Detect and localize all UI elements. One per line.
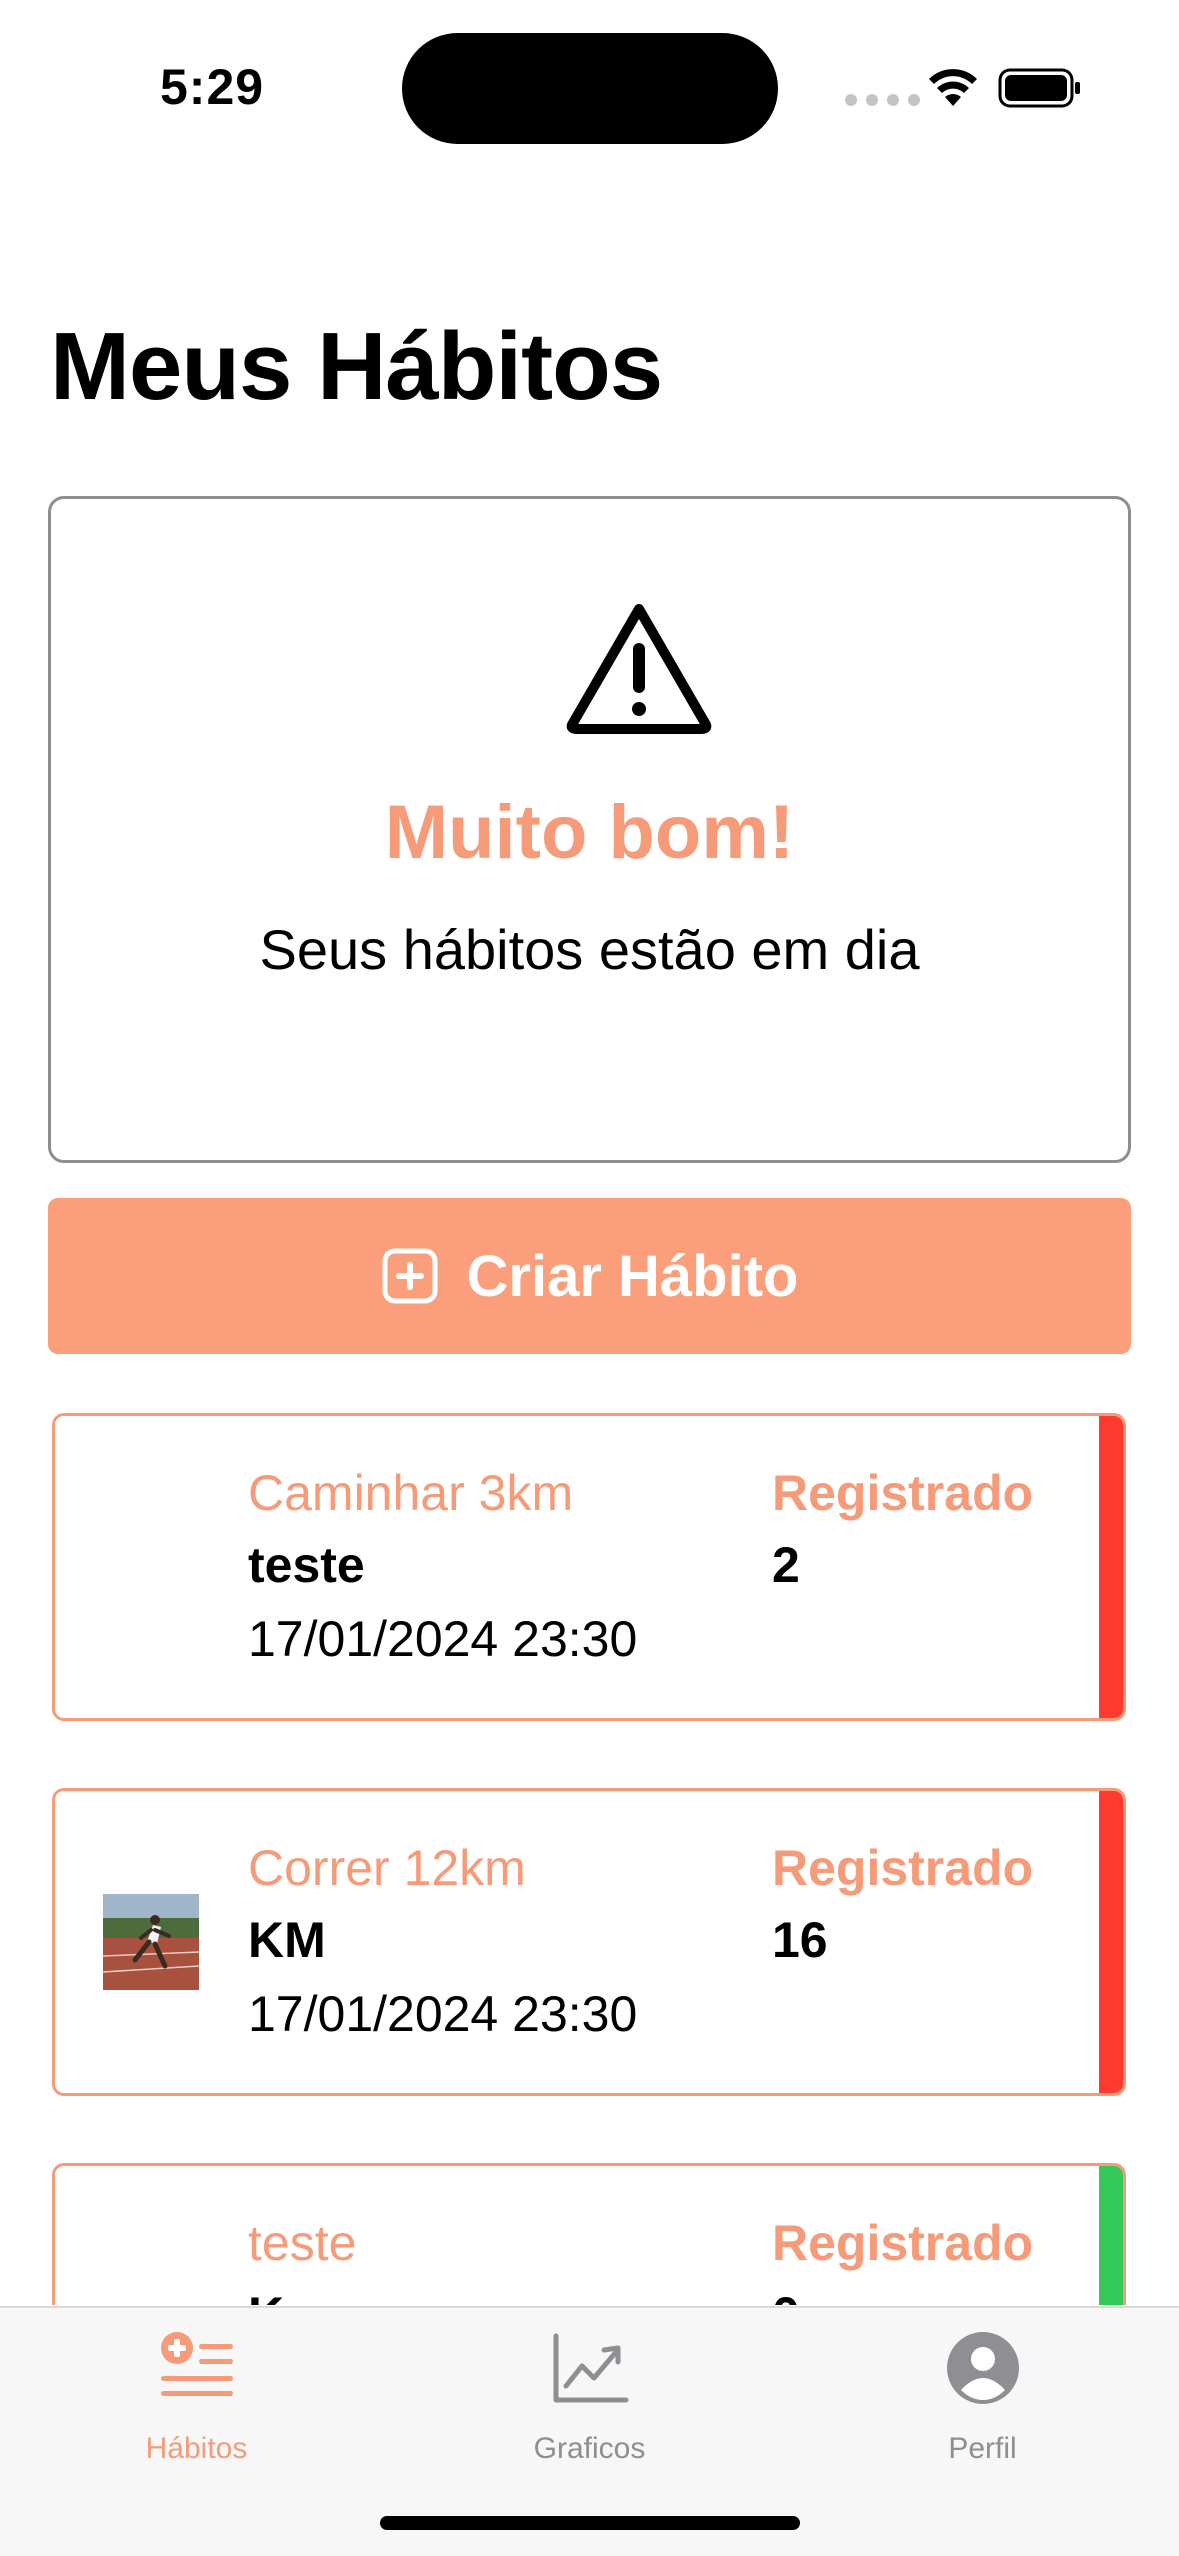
tab-label: Graficos: [533, 2432, 646, 2465]
habit-status-stripe: [1099, 1791, 1123, 2093]
habit-description: teste: [248, 1537, 365, 1593]
tab-label: Hábitos: [145, 2432, 248, 2465]
habit-date: 17/01/2024 23:30: [248, 1611, 638, 1667]
habit-image: [103, 1894, 199, 1990]
status-bar: 5:29: [0, 0, 1179, 175]
warning-triangle-icon: [566, 604, 712, 734]
status-alert-card: Muito bom! Seus hábitos estão em dia: [48, 496, 1131, 1163]
habit-name: teste: [248, 2215, 357, 2271]
habit-card[interactable]: teste Km Registrado 0: [52, 2163, 1126, 2305]
tab-label: Perfil: [948, 2432, 1017, 2465]
battery-icon: [998, 68, 1080, 108]
person-circle-icon: [946, 2332, 1019, 2404]
tab-graficos[interactable]: Graficos: [393, 2308, 786, 2468]
habit-card[interactable]: Caminhar 3km teste 17/01/2024 23:30 Regi…: [52, 1413, 1126, 1721]
home-indicator: [380, 2516, 800, 2530]
habit-status-stripe: [1099, 1416, 1123, 1718]
cellular-signal-icon: [845, 94, 920, 106]
habit-status-stripe: [1099, 2166, 1123, 2305]
habit-description: KM: [248, 1912, 326, 1968]
page-title: Meus Hábitos: [50, 313, 663, 420]
habit-registered-count: 2: [772, 1537, 800, 1593]
status-time: 5:29: [160, 59, 265, 115]
alert-title: Muito bom!: [384, 790, 795, 875]
habit-name: Caminhar 3km: [248, 1465, 574, 1521]
plus-square-icon: [382, 1248, 438, 1304]
habit-name: Correr 12km: [248, 1840, 526, 1896]
habit-registered-label: Registrado: [772, 1465, 1034, 1521]
habit-date: 17/01/2024 23:30: [248, 1986, 638, 2042]
habit-description: Km: [248, 2286, 329, 2305]
wifi-icon: [929, 69, 977, 106]
create-habit-label: Criar Hábito: [466, 1243, 799, 1309]
habit-registered-count: 0: [772, 2286, 800, 2305]
habit-registered-label: Registrado: [772, 2215, 1034, 2271]
tab-habitos[interactable]: Hábitos: [0, 2308, 393, 2468]
habit-registered-label: Registrado: [772, 1840, 1034, 1896]
habit-list[interactable]: Caminhar 3km teste 17/01/2024 23:30 Regi…: [0, 1410, 1179, 2305]
dynamic-island: [402, 33, 778, 144]
chart-line-icon: [553, 2333, 628, 2403]
tab-perfil[interactable]: Perfil: [786, 2308, 1179, 2468]
create-habit-button[interactable]: Criar Hábito: [48, 1198, 1131, 1354]
alert-message: Seus hábitos estão em dia: [259, 918, 920, 981]
habit-card[interactable]: Correr 12km KM 17/01/2024 23:30 Registra…: [52, 1788, 1126, 2096]
habit-registered-count: 16: [772, 1912, 828, 1968]
habit-list-icon: [160, 2332, 233, 2396]
